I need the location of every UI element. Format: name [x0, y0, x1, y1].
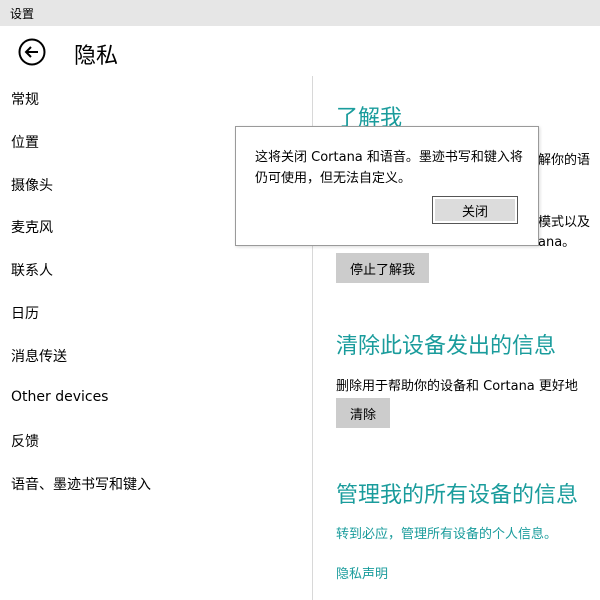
back-button[interactable] — [18, 38, 46, 66]
sidebar-item-contacts[interactable]: 联系人 — [11, 260, 53, 280]
section1-text-line1: 解你的语 — [538, 153, 591, 168]
sidebar-item-camera[interactable]: 摄像头 — [11, 175, 53, 195]
page-title: 隐私 — [74, 44, 119, 69]
stop-getting-to-know-me-button[interactable]: 停止了解我 — [336, 253, 430, 283]
sidebar-item-messaging[interactable]: 消息传送 — [11, 346, 67, 366]
section-title-clear-device-info: 清除此设备发出的信息 — [336, 334, 557, 359]
section-title-manage-all-devices: 管理我的所有设备的信息 — [336, 483, 579, 508]
privacy-statement-link[interactable]: 隐私声明 — [336, 563, 388, 582]
sidebar-item-speech-inking-typing[interactable]: 语音、墨迹书写和键入 — [11, 474, 151, 494]
window-title: 设置 — [10, 7, 35, 21]
back-arrow-icon — [18, 38, 46, 66]
section1-text-line3: ana。 — [538, 235, 576, 250]
page-header: 隐私 — [0, 26, 600, 76]
section1-text-line2: 模式以及 — [538, 215, 591, 230]
sidebar-item-other-devices[interactable]: Other devices — [11, 389, 108, 405]
sidebar-item-feedback[interactable]: 反馈 — [11, 431, 39, 451]
sidebar-item-microphone[interactable]: 麦克风 — [11, 217, 53, 237]
title-bar: 设置 — [0, 0, 600, 26]
clear-button[interactable]: 清除 — [336, 398, 391, 428]
bing-manage-link[interactable]: 转到必应，管理所有设备的个人信息。 — [336, 523, 557, 542]
dialog-message: 这将关闭 Cortana 和语音。墨迹书写和键入将仍可使用，但无法自定义。 — [255, 150, 523, 186]
section2-text: 删除用于帮助你的设备和 Cortana 更好地 — [336, 379, 578, 394]
confirmation-dialog: 这将关闭 Cortana 和语音。墨迹书写和键入将仍可使用，但无法自定义。 关闭 — [235, 126, 539, 246]
sidebar-item-general[interactable]: 常规 — [11, 89, 39, 109]
sidebar-item-calendar[interactable]: 日历 — [11, 303, 39, 323]
close-button[interactable]: 关闭 — [432, 196, 518, 224]
sidebar-item-location[interactable]: 位置 — [11, 132, 39, 152]
